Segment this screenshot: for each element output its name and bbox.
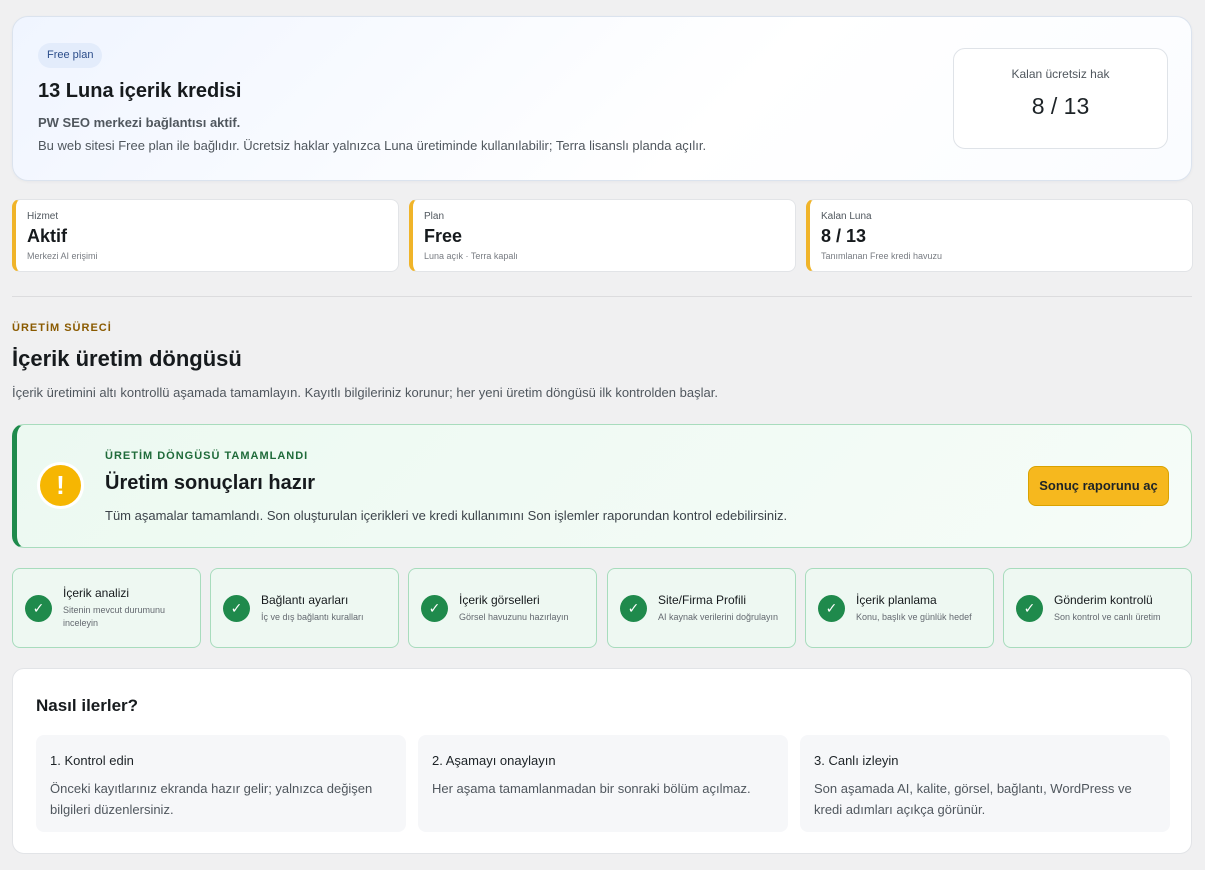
- step-content-images[interactable]: ✓ İçerik görselleri Görsel havuzunu hazı…: [408, 568, 597, 648]
- section-eyebrow: ÜRETİM SÜRECİ: [12, 322, 112, 334]
- credit-title: 13 Luna içerik kredisi: [38, 80, 242, 102]
- how-card-approve: 2. Aşamayı onaylayın Her aşama tamamlanm…: [418, 735, 788, 832]
- how-card-title: 3. Canlı izleyin: [814, 753, 899, 768]
- stat-hint: Luna açık · Terra kapalı: [424, 251, 518, 261]
- section-divider: [12, 296, 1192, 297]
- step-link-settings[interactable]: ✓ Bağlantı ayarları İç ve dış bağlantı k…: [210, 568, 399, 648]
- check-icon: ✓: [25, 595, 52, 622]
- completion-description: Tüm aşamalar tamamlandı. Son oluşturulan…: [105, 508, 788, 523]
- how-card-monitor: 3. Canlı izleyin Son aşamada AI, kalite,…: [800, 735, 1170, 832]
- step-title: İçerik planlama: [856, 592, 937, 607]
- check-icon: ✓: [818, 595, 845, 622]
- stat-hint: Merkezi AI erişimi: [27, 251, 98, 261]
- step-title: İçerik analizi: [63, 586, 130, 600]
- stat-label: Kalan Luna: [821, 211, 872, 222]
- step-title: İçerik görselleri: [459, 592, 540, 607]
- how-card-desc: Her aşama tamamlanmadan bir sonraki bölü…: [432, 781, 751, 796]
- how-card-title: 1. Kontrol edin: [50, 753, 134, 768]
- step-content-planning[interactable]: ✓ İçerik planlama Konu, başlık ve günlük…: [805, 568, 994, 648]
- check-icon: ✓: [421, 595, 448, 622]
- stat-card-luna: Kalan Luna 8 / 13 Tanımlanan Free kredi …: [806, 199, 1193, 272]
- section-title: İçerik üretim döngüsü: [12, 346, 242, 371]
- step-desc: Görsel havuzunu hazırlayın: [459, 611, 569, 622]
- completion-title: Üretim sonuçları hazır: [105, 472, 316, 494]
- step-title: Bağlantı ayarları: [261, 592, 349, 607]
- step-desc: AI kaynak verilerini doğrulayın: [658, 611, 779, 622]
- step-publish-check[interactable]: ✓ Gönderim kontrolü Son kontrol ve canlı…: [1003, 568, 1192, 648]
- step-desc: Sitenin mevcut durumunu inceleyin: [63, 605, 166, 628]
- plan-hero-card: Free plan 13 Luna içerik kredisi PW SEO …: [12, 16, 1192, 181]
- stat-card-plan: Plan Free Luna açık · Terra kapalı: [409, 199, 796, 272]
- section-description: İçerik üretimini altı kontrollü aşamada …: [12, 385, 718, 400]
- step-content-analysis[interactable]: ✓ İçerik analizi Sitenin mevcut durumunu…: [12, 568, 201, 648]
- stat-card-service: Hizmet Aktif Merkezi AI erişimi: [12, 199, 399, 272]
- remaining-credit-label: Kalan ücretsiz hak: [1011, 67, 1110, 81]
- step-desc: Son kontrol ve canlı üretim: [1054, 611, 1161, 622]
- stat-value: Aktif: [27, 226, 67, 246]
- remaining-credit-value: 8 / 13: [1031, 93, 1090, 119]
- completion-banner: ! ÜRETİM DÖNGÜSÜ TAMAMLANDI Üretim sonuç…: [12, 424, 1192, 548]
- stat-hint: Tanımlanan Free kredi havuzu: [821, 251, 943, 261]
- how-card-desc: Son aşamada AI, kalite, görsel, bağlantı…: [814, 781, 1132, 817]
- step-title: Gönderim kontrolü: [1054, 592, 1153, 607]
- step-title: Site/Firma Profili: [658, 592, 747, 607]
- plan-badge: Free plan: [38, 43, 103, 68]
- check-icon: ✓: [223, 595, 250, 622]
- check-icon: ✓: [1016, 595, 1043, 622]
- stat-label: Plan: [424, 211, 445, 222]
- step-desc: İç ve dış bağlantı kuralları: [261, 611, 364, 622]
- plan-description: Bu web sitesi Free plan ile bağlıdır. Üc…: [38, 138, 707, 153]
- stat-label: Hizmet: [27, 211, 59, 222]
- stat-value: Free: [424, 226, 463, 246]
- step-site-profile[interactable]: ✓ Site/Firma Profili AI kaynak verilerin…: [607, 568, 796, 648]
- open-report-button[interactable]: Sonuç raporunu aç: [1028, 466, 1169, 506]
- how-it-works-panel: Nasıl ilerler? 1. Kontrol edin Önceki ka…: [12, 668, 1192, 854]
- connection-status: PW SEO merkezi bağlantısı aktif.: [38, 115, 241, 130]
- how-card-check: 1. Kontrol edin Önceki kayıtlarınız ekra…: [36, 735, 406, 832]
- how-card-title: 2. Aşamayı onaylayın: [432, 753, 556, 768]
- remaining-credit-box: Kalan ücretsiz hak 8 / 13: [953, 48, 1168, 149]
- check-icon: ✓: [620, 595, 647, 622]
- stat-value: 8 / 13: [821, 226, 867, 246]
- step-desc: Konu, başlık ve günlük hedef: [856, 611, 972, 622]
- how-title: Nasıl ilerler?: [36, 696, 139, 715]
- exclamation-icon: !: [40, 465, 81, 506]
- how-card-desc: Önceki kayıtlarınız ekranda hazır gelir;…: [50, 781, 373, 817]
- completion-eyebrow: ÜRETİM DÖNGÜSÜ TAMAMLANDI: [105, 450, 309, 462]
